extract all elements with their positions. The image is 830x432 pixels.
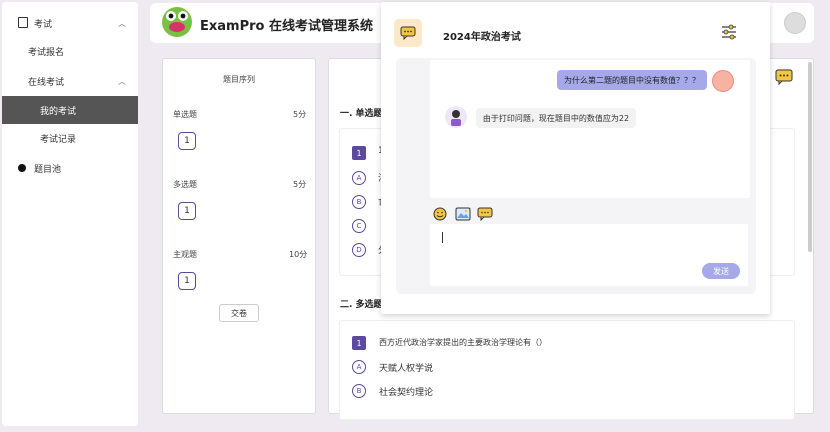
- group-score: 10分: [289, 250, 308, 259]
- sidebar-item-label: 考试报名: [28, 47, 65, 58]
- option-checkbox[interactable]: B: [352, 384, 366, 398]
- image-icon[interactable]: [455, 207, 471, 221]
- question-sequence-panel: 题目序列 单选题 5分 1 多选题 5分 1 主观题 10分 1: [162, 58, 316, 414]
- doc-edit-icon: [18, 17, 28, 28]
- option-text: 天赋人权学说: [379, 364, 434, 374]
- question-badge: 1: [352, 146, 366, 160]
- section-title: 一. 单选题: [340, 109, 383, 119]
- chat-title: 2024年政治考试: [443, 32, 521, 43]
- submit-exam-button[interactable]: 交卷: [219, 304, 259, 322]
- question-number-button[interactable]: 1: [178, 132, 196, 150]
- message-input[interactable]: [430, 224, 748, 286]
- user-avatar[interactable]: [784, 12, 806, 34]
- question-number-button[interactable]: 1: [178, 202, 196, 220]
- option-radio[interactable]: C: [352, 219, 366, 233]
- section-title: 二. 多选题: [340, 300, 383, 310]
- group-score: 5分: [293, 110, 307, 119]
- user-message-bubble: 为什么第二题的题目中没有数值？？？: [557, 70, 707, 90]
- bot-message-bubble: 由于打印问题，现在题目中的数值应为22: [476, 108, 636, 128]
- group-score: 5分: [293, 180, 307, 189]
- question-badge: 1: [352, 336, 366, 350]
- sidebar-item-label: 考试记录: [40, 134, 77, 145]
- sidebar-item-label: 我的考试: [40, 106, 77, 117]
- page-title: ExamPro 在线考试管理系统: [200, 19, 373, 34]
- scrollbar[interactable]: [808, 62, 812, 252]
- option-text: 社会契约理论: [379, 388, 434, 398]
- emoji-icon[interactable]: [433, 207, 447, 221]
- sidebar-item-label: 在线考试: [28, 77, 65, 88]
- question-text: 西方近代政治学家提出的主要政治学理论有（）: [379, 338, 547, 347]
- sidebar-item-exam[interactable]: 考试 ︿: [2, 10, 138, 36]
- sidebar-item-label: 考试: [34, 19, 53, 30]
- settings-icon[interactable]: [720, 24, 738, 40]
- send-button[interactable]: 发送: [702, 263, 740, 279]
- chevron-up-icon: ︿: [118, 76, 126, 86]
- sidebar-item-exam-records[interactable]: 考试记录: [2, 125, 138, 151]
- option-checkbox[interactable]: A: [352, 360, 366, 374]
- dot-icon: [18, 164, 26, 172]
- sidebar-item-label: 题目池: [34, 164, 62, 175]
- frog-logo-icon: [162, 7, 192, 37]
- question-number-button[interactable]: 1: [178, 272, 196, 290]
- group-label: 单选题: [173, 110, 197, 119]
- chat-open-icon[interactable]: [775, 69, 793, 85]
- sidebar-item-my-exams[interactable]: 我的考试: [2, 96, 138, 124]
- text-cursor: [442, 232, 443, 243]
- bot-avatar: [445, 106, 467, 128]
- sidebar-item-question-pool[interactable]: 题目池: [2, 155, 138, 181]
- option-radio[interactable]: D: [352, 243, 366, 257]
- option-radio[interactable]: B: [352, 195, 366, 209]
- group-label: 多选题: [173, 180, 197, 189]
- sidebar-item-exam-signup[interactable]: 考试报名: [2, 38, 138, 64]
- sidebar: 考试 ︿ 考试报名 在线考试 ︿ 我的考试 考试记录 题目池: [2, 2, 138, 426]
- chat-icon[interactable]: [477, 207, 493, 221]
- chat-avatar-icon: [394, 19, 422, 47]
- option-radio[interactable]: A: [352, 171, 366, 185]
- panel-title: 题目序列: [223, 75, 255, 84]
- group-label: 主观题: [173, 250, 197, 259]
- sidebar-item-online-exam[interactable]: 在线考试 ︿: [2, 68, 138, 94]
- user-avatar: [712, 70, 734, 92]
- chevron-up-icon: ︿: [118, 18, 126, 28]
